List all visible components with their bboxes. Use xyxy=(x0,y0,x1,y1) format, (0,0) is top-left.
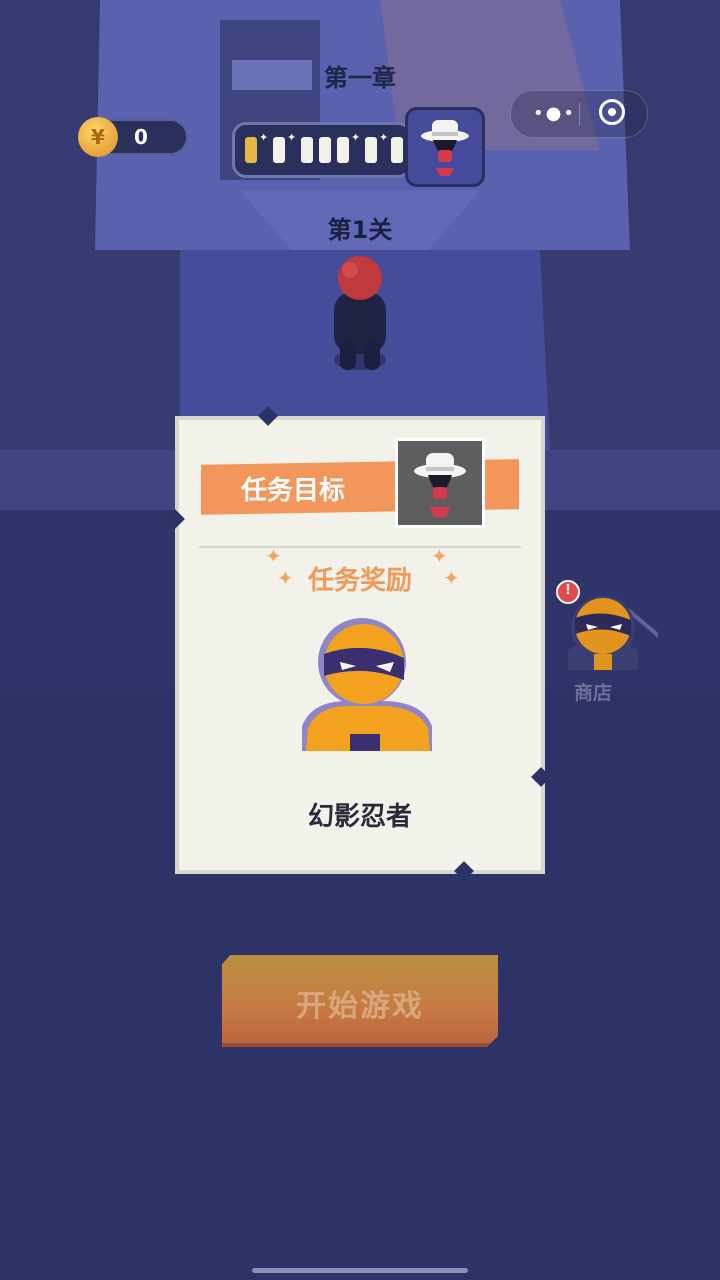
hat-villain-icon xyxy=(414,453,466,517)
ninja-skin-reward-image xyxy=(302,618,432,751)
level-label: 第1关 xyxy=(327,216,393,244)
hat-villain-icon xyxy=(421,120,469,176)
star-icon: ✦ xyxy=(351,131,361,144)
level-progress-bar: ✦ ✦ ✦ ✦ xyxy=(232,122,412,178)
shop-button[interactable]: ! 商店 xyxy=(548,580,668,704)
shop-alert-badge: ! xyxy=(556,580,580,604)
mission-target-avatar xyxy=(395,438,485,528)
progress-segment xyxy=(337,137,349,163)
progress-segment xyxy=(319,137,331,163)
mission-reward-label: 任务奖励 xyxy=(307,566,412,596)
star-icon: ✦ xyxy=(379,131,389,144)
progress-segment xyxy=(273,137,285,163)
more-menu-icon[interactable]: •●• xyxy=(533,103,576,124)
progress-segment xyxy=(245,137,257,163)
chapter-title: 第一章 xyxy=(324,64,396,92)
start-game-label: 开始游戏 xyxy=(296,989,424,1024)
player-character xyxy=(334,256,386,370)
coin-counter: ¥ 0 xyxy=(78,117,188,157)
capsule-divider xyxy=(579,103,580,125)
card-divider xyxy=(199,546,521,548)
star-icon: ✦ xyxy=(259,131,269,144)
progress-segment xyxy=(301,137,313,163)
mission-card: 任务目标 ✦ ✦ ✦ ✦ 任务奖励 幻影忍者 xyxy=(165,406,551,881)
progress-segment xyxy=(391,137,403,163)
boss-avatar xyxy=(405,107,485,187)
coin-icon: ¥ xyxy=(78,117,118,157)
coin-count: 0 xyxy=(134,125,148,149)
close-target-icon[interactable] xyxy=(599,99,625,125)
start-game-button[interactable]: 开始游戏 xyxy=(222,955,498,1047)
shop-label: 商店 xyxy=(574,682,613,704)
mission-target-label: 任务目标 xyxy=(241,476,346,506)
star-icon: ✦ xyxy=(287,131,297,144)
miniprogram-menu-capsule[interactable]: •●• xyxy=(510,90,648,138)
home-indicator[interactable] xyxy=(252,1268,468,1273)
reward-name: 幻影忍者 xyxy=(307,802,412,832)
progress-segment xyxy=(365,137,377,163)
